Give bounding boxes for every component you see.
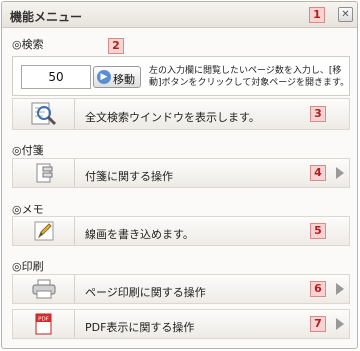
printer-icon [32,279,55,299]
pdf-label: PDF表示に関する操作 [85,321,195,334]
close-icon: ✕ [341,9,350,20]
badge-4: 4 [310,165,326,181]
pdf-icon-text: PDF [38,317,49,323]
sticky-note-icon [36,163,52,183]
pdf-item[interactable]: PDF PDF表示に関する操作 7 [12,309,350,339]
function-menu-panel: 機能メニュー 1 ✕ ◎検索 2 ▶ 移動 左の入力欄に閲覧したいページ数を入力… [1,1,358,349]
sticky-note-item[interactable]: 付箋に関する操作 4 [12,158,350,188]
print-section-label: ◎印刷 [12,260,44,273]
memo-icon-cell [13,217,75,245]
badge-5: 5 [310,223,326,239]
search-box: ▶ 移動 左の入力欄に閲覧したいページ数を入力し、[移動]ボタンをクリックして対… [12,56,350,96]
badge-1: 1 [309,7,325,23]
chevron-right-icon [336,318,344,330]
search-help-text: 左の入力欄に閲覧したいページ数を入力し、[移動]ボタンをクリックして対象ページを… [149,65,350,89]
arrow-right-icon: ▶ [97,70,111,84]
search-section-label: ◎検索 [12,38,44,51]
pencil-icon [34,221,53,241]
pdf-icon-cell: PDF [13,310,75,338]
sticky-label: 付箋に関する操作 [85,170,173,183]
page-print-icon-cell [13,275,75,303]
fulltext-label: 全文検索ウインドウを表示します。 [85,111,260,124]
chevron-right-icon [336,167,344,179]
fulltext-icon-cell [13,99,75,129]
memo-label: 線画を書き込めます。 [85,228,194,241]
fulltext-search-item[interactable]: 全文検索ウインドウを表示します。 3 [12,98,350,130]
title-bar: 機能メニュー 1 ✕ [2,2,357,28]
badge-2: 2 [108,38,124,54]
page-print-label: ページ印刷に関する操作 [85,286,206,299]
move-button[interactable]: ▶ 移動 [93,66,141,88]
badge-7: 7 [310,316,326,332]
pdf-icon: PDF [35,313,51,335]
chevron-right-icon [336,283,344,295]
page-print-item[interactable]: ページ印刷に関する操作 6 [12,274,350,304]
window-title: 機能メニュー [10,10,83,24]
memo-section-label: ◎メモ [12,203,44,216]
close-button[interactable]: ✕ [338,7,353,22]
sticky-icon-cell [13,159,75,187]
sticky-section-label: ◎付箋 [12,144,44,157]
badge-6: 6 [310,281,326,297]
page-number-input[interactable] [21,65,91,89]
magnifier-icon [31,102,56,126]
move-button-label: 移動 [113,73,135,86]
memo-item[interactable]: 線画を書き込めます。 5 [12,216,350,246]
badge-3: 3 [310,106,326,122]
